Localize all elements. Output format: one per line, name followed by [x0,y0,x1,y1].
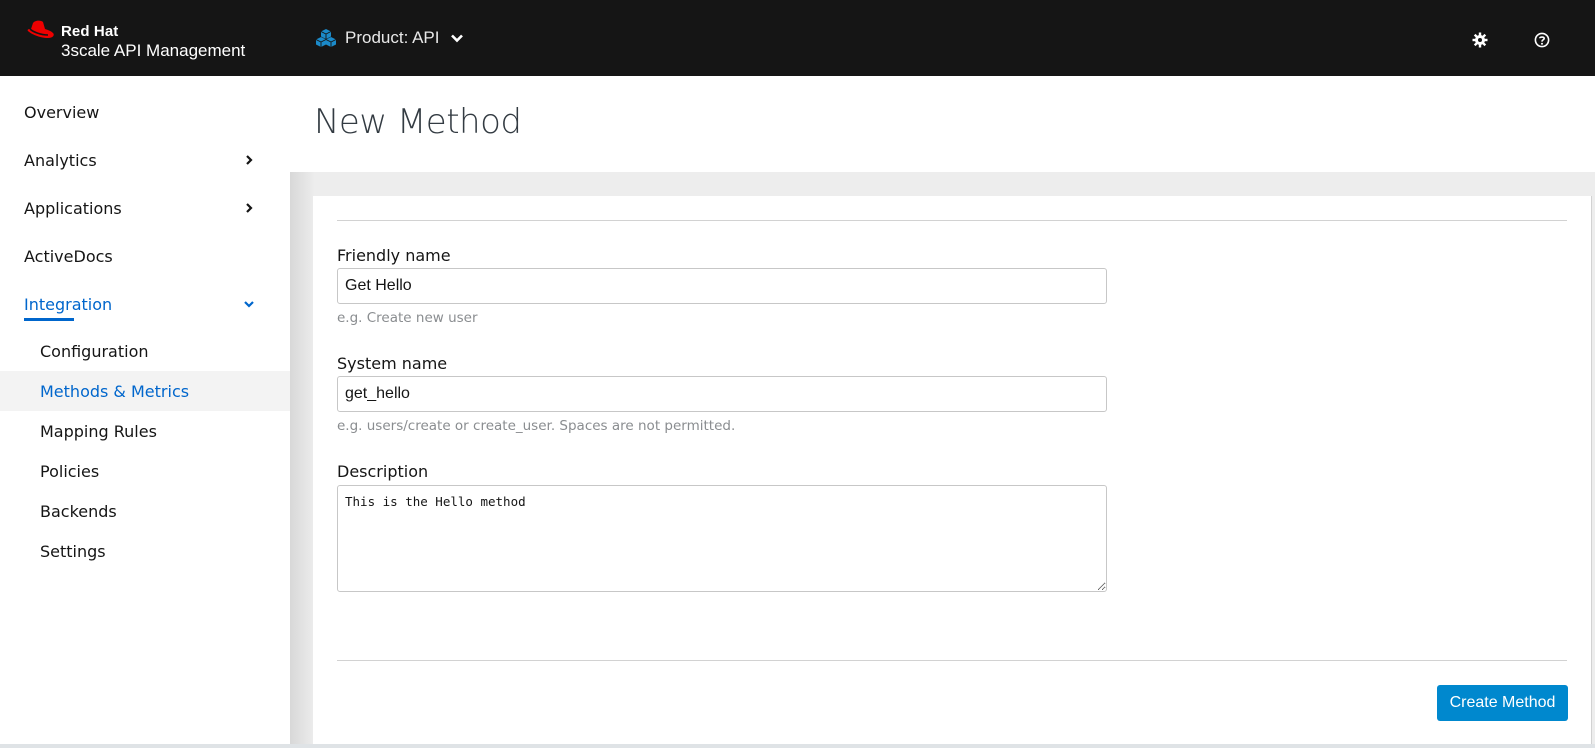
sidebar-subitem-backends[interactable]: Backends [0,491,290,531]
sidebar-subitem-policies[interactable]: Policies [0,451,290,491]
brand-name: Red Hat [61,23,119,40]
sidebar-item-activedocs[interactable]: ActiveDocs [0,236,290,276]
description-label: Description [337,462,429,481]
sidebar-subitem-methods-metrics[interactable]: Methods & Metrics [0,371,290,411]
sidebar-item-applications[interactable]: Applications [0,188,290,228]
top-divider [337,220,1567,221]
sidebar-subitem-label: Settings [40,541,106,561]
redhat-logo-icon [27,20,54,38]
sidebar-nav: Overview Analytics Applications ActiveDo… [0,76,314,748]
sidebar-subitem-label: Mapping Rules [40,421,157,441]
product-name: 3scale API Management [61,41,246,60]
sidebar-subitem-configuration[interactable]: Configuration [0,331,290,371]
sidebar-item-integration[interactable]: Integration [0,284,290,324]
product-context-label: Product: API [345,28,440,47]
new-method-form: Friendly name e.g. Create new user Syste… [313,196,1592,748]
help-icon[interactable] [1534,32,1550,48]
sidebar-item-label: Applications [24,198,122,218]
product-context-selector[interactable]: Product: API [316,28,464,48]
bottom-divider [337,660,1567,661]
sidebar-subitem-settings[interactable]: Settings [0,531,290,571]
page-header: New Method [290,76,1595,172]
page-bottom-edge [0,744,1595,748]
create-method-button[interactable]: Create Method [1437,685,1568,721]
sidebar-subitem-label: Configuration [40,341,149,361]
brand-logo[interactable]: Red Hat 3scale API Management [24,20,245,59]
sidebar-item-analytics[interactable]: Analytics [0,140,290,180]
chevron-down-icon [450,34,463,43]
system-name-input[interactable] [337,376,1107,412]
chevron-right-icon [246,155,253,165]
sidebar-subitem-label: Policies [40,461,100,481]
system-name-helper: e.g. users/create or create_user. Spaces… [337,418,736,434]
active-indicator [24,318,74,321]
chevron-right-icon [246,203,253,213]
gear-icon[interactable] [1472,32,1488,48]
system-name-label: System name [337,354,448,373]
chevron-down-icon [244,301,254,308]
sidebar-item-overview[interactable]: Overview [0,92,290,132]
sidebar-subitem-mapping-rules[interactable]: Mapping Rules [0,411,290,451]
description-textarea[interactable]: This is the Hello method [337,485,1107,592]
sidebar-subitem-label: Backends [40,501,117,521]
friendly-name-helper: e.g. Create new user [337,310,478,326]
product-cubes-icon [316,29,336,47]
sidebar-item-label: Overview [24,102,100,122]
masthead: Red Hat 3scale API Management Product: A… [0,0,1595,76]
sidebar-item-label: ActiveDocs [24,246,113,266]
sidebar-item-label: Integration [24,294,113,314]
friendly-name-label: Friendly name [337,246,451,265]
sidebar-item-label: Analytics [24,150,97,170]
page-title: New Method [314,102,522,142]
sidebar-subitem-label: Methods & Metrics [40,381,190,401]
friendly-name-input[interactable] [337,268,1107,304]
